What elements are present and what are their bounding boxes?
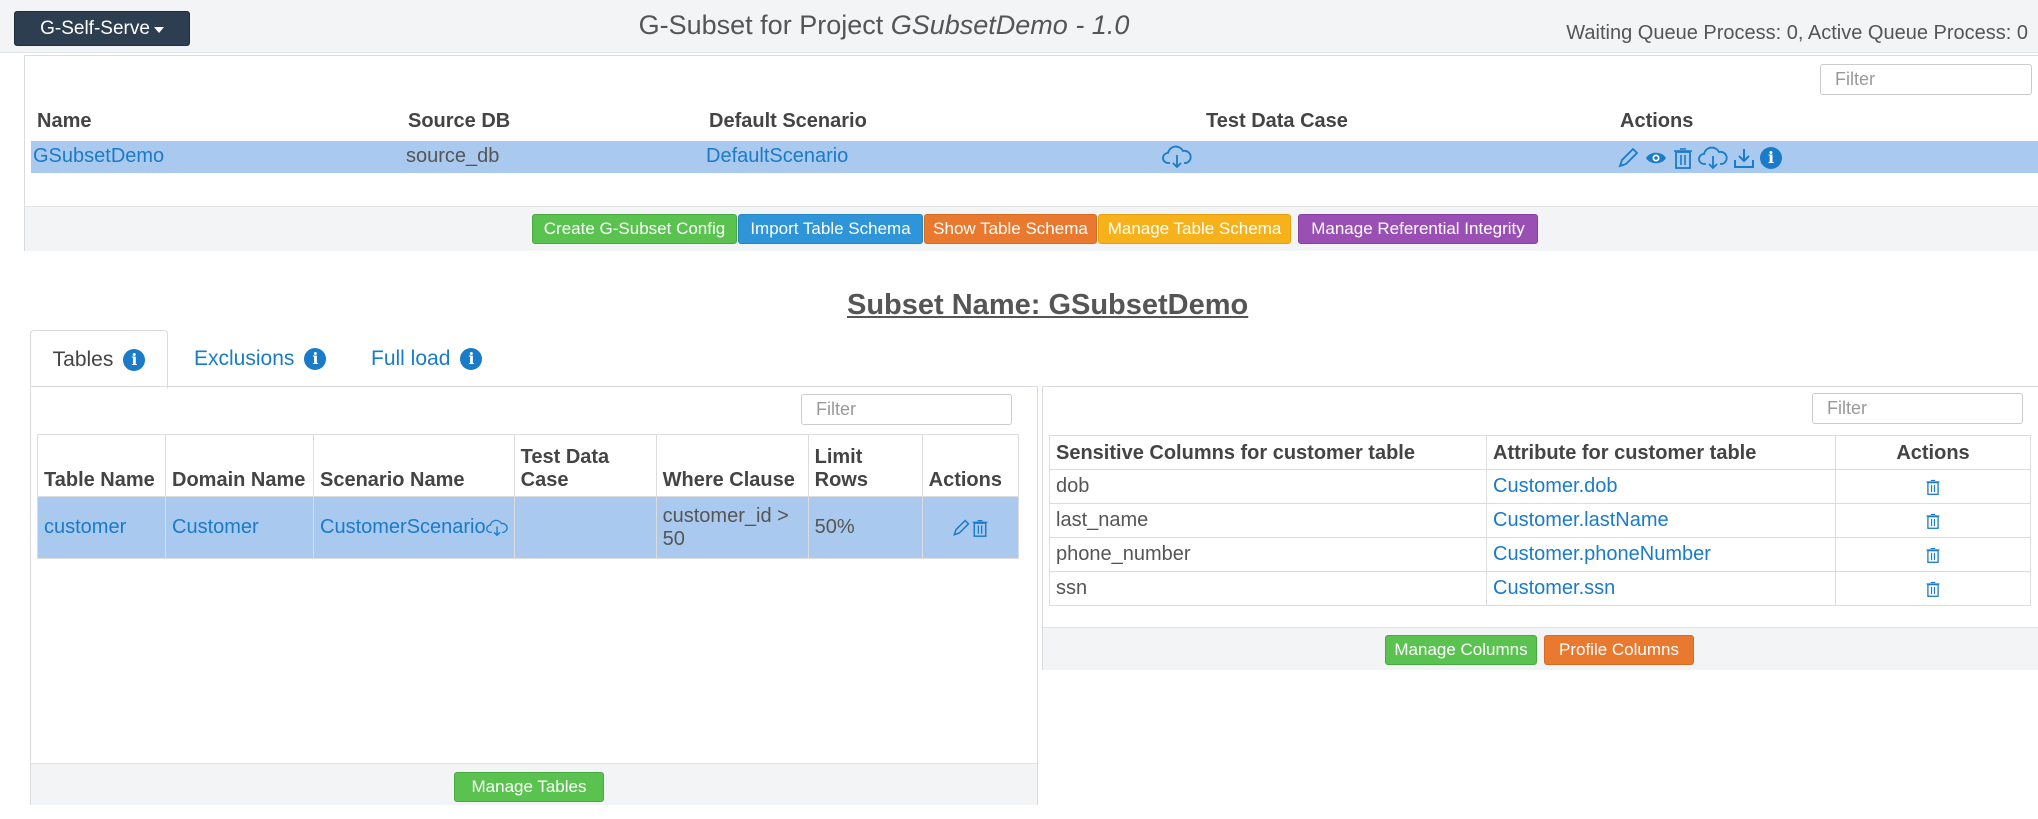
- info-icon[interactable]: i: [304, 347, 327, 370]
- show-table-schema-button[interactable]: Show Table Schema: [924, 214, 1097, 244]
- manage-columns-button[interactable]: Manage Columns: [1385, 635, 1537, 665]
- project-name-link[interactable]: GSubsetDemo: [33, 145, 164, 168]
- test-data-case-value: [513, 496, 657, 559]
- col-attribute: Attribute for customer table: [1486, 435, 1836, 470]
- row-actions: [921, 496, 1020, 559]
- header-name: Name: [37, 110, 92, 132]
- header-default-scenario: Default Scenario: [709, 110, 867, 132]
- columns-panel: Filter Sensitive Columns for customer ta…: [1042, 386, 2038, 670]
- tab-exclusions[interactable]: Exclusions i: [194, 330, 327, 387]
- title-project: GSubsetDemo - 1.0: [890, 10, 1130, 40]
- table-row: dob Customer.dob: [1049, 469, 2031, 504]
- cloud-download-icon[interactable]: [485, 516, 508, 538]
- delete-trash-icon[interactable]: [1672, 146, 1694, 170]
- attribute-link[interactable]: Customer.dob: [1486, 469, 1836, 504]
- columns-button-bar: Manage Columns Profile Columns: [1043, 627, 2038, 670]
- edit-pencil-icon[interactable]: [1616, 146, 1640, 170]
- table-row[interactable]: customer Customer CustomerScenario custo…: [37, 496, 1020, 559]
- where-clause-value: customer_id > 50: [655, 496, 809, 559]
- delete-trash-icon[interactable]: [1835, 503, 2031, 538]
- import-table-schema-button[interactable]: Import Table Schema: [738, 214, 923, 244]
- download-tray-icon[interactable]: [1732, 146, 1756, 170]
- table-name-link[interactable]: customer: [37, 496, 166, 559]
- tab-exclusions-label: Exclusions: [194, 346, 295, 370]
- delete-trash-icon[interactable]: [971, 516, 989, 538]
- queue-status: Waiting Queue Process: 0, Active Queue P…: [1566, 22, 2028, 44]
- manage-table-schema-button[interactable]: Manage Table Schema: [1098, 214, 1291, 244]
- project-filter-input[interactable]: Filter: [1820, 64, 2032, 95]
- delete-trash-icon[interactable]: [1835, 469, 2031, 504]
- profile-columns-button[interactable]: Profile Columns: [1544, 635, 1694, 665]
- columns-filter-input[interactable]: Filter: [1812, 393, 2023, 424]
- col-table-name: Table Name: [37, 434, 166, 497]
- manage-referential-integrity-button[interactable]: Manage Referential Integrity: [1298, 214, 1538, 244]
- col-actions: Actions: [921, 434, 1020, 497]
- attribute-link[interactable]: Customer.lastName: [1486, 503, 1836, 538]
- col-test-data-case: Test Data Case: [513, 434, 657, 497]
- source-db-value: source_db: [406, 145, 500, 167]
- manage-tables-button[interactable]: Manage Tables: [454, 772, 604, 802]
- default-scenario-link[interactable]: DefaultScenario: [706, 145, 848, 168]
- top-bar: G-Self-Serve G-Subset for Project GSubse…: [0, 0, 2038, 53]
- scenario-name-link[interactable]: CustomerScenario: [320, 516, 486, 538]
- scenario-cell: CustomerScenario: [313, 496, 515, 559]
- view-eye-icon[interactable]: [1644, 146, 1668, 170]
- table-row: last_name Customer.lastName: [1049, 503, 2031, 538]
- header-source-db: Source DB: [408, 110, 511, 132]
- info-icon[interactable]: i: [460, 347, 483, 370]
- column-name: ssn: [1049, 571, 1487, 606]
- table-row: ssn Customer.ssn: [1049, 571, 2031, 606]
- attribute-link[interactable]: Customer.phoneNumber: [1486, 537, 1836, 572]
- project-actions: i: [1616, 145, 1782, 171]
- column-name: phone_number: [1049, 537, 1487, 572]
- cloud-download-icon[interactable]: [1162, 144, 1192, 170]
- col-domain-name: Domain Name: [165, 434, 314, 497]
- title-prefix: G-Subset for Project: [638, 10, 891, 40]
- column-name: last_name: [1049, 503, 1487, 538]
- tables-filter-input[interactable]: Filter: [801, 394, 1012, 425]
- tables-panel: Filter Table Name Domain Name Scenario N…: [30, 386, 1038, 805]
- tables-table: Table Name Domain Name Scenario Name Tes…: [37, 434, 1020, 559]
- col-sensitive-columns: Sensitive Columns for customer table: [1049, 435, 1487, 470]
- col-actions: Actions: [1835, 435, 2031, 470]
- domain-name-link[interactable]: Customer: [165, 496, 314, 559]
- create-gsubset-config-button[interactable]: Create G-Subset Config: [532, 214, 737, 244]
- tab-full-load-label: Full load: [371, 346, 451, 370]
- edit-pencil-icon[interactable]: [951, 516, 971, 538]
- attribute-link[interactable]: Customer.ssn: [1486, 571, 1836, 606]
- project-panel: Filter Name Source DB Default Scenario T…: [24, 55, 2038, 251]
- col-where-clause: Where Clause: [655, 434, 809, 497]
- delete-trash-icon[interactable]: [1835, 571, 2031, 606]
- tables-button-bar: Manage Tables: [31, 763, 1037, 805]
- page-title: G-Subset for Project GSubsetDemo - 1.0: [0, 10, 1768, 41]
- info-icon[interactable]: i: [1760, 147, 1782, 169]
- tab-tables-label: Tables: [52, 347, 114, 371]
- header-test-data-case: Test Data Case: [1206, 110, 1348, 132]
- delete-trash-icon[interactable]: [1835, 537, 2031, 572]
- info-icon[interactable]: i: [123, 348, 146, 371]
- tab-full-load[interactable]: Full load i: [371, 330, 483, 387]
- table-row: phone_number Customer.phoneNumber: [1049, 537, 2031, 572]
- col-scenario-name: Scenario Name: [313, 434, 515, 497]
- header-actions: Actions: [1620, 110, 1694, 132]
- project-button-bar: Create G-Subset Config Import Table Sche…: [25, 206, 2038, 251]
- col-limit-rows: Limit Rows: [807, 434, 923, 497]
- tab-tables[interactable]: Tables i: [30, 330, 168, 389]
- columns-table: Sensitive Columns for customer table Att…: [1049, 435, 2031, 606]
- cloud-download-icon[interactable]: [1698, 145, 1728, 171]
- column-name: dob: [1049, 469, 1487, 504]
- limit-rows-value: 50%: [807, 496, 923, 559]
- subset-title: Subset Name: GSubsetDemo: [847, 289, 1249, 321]
